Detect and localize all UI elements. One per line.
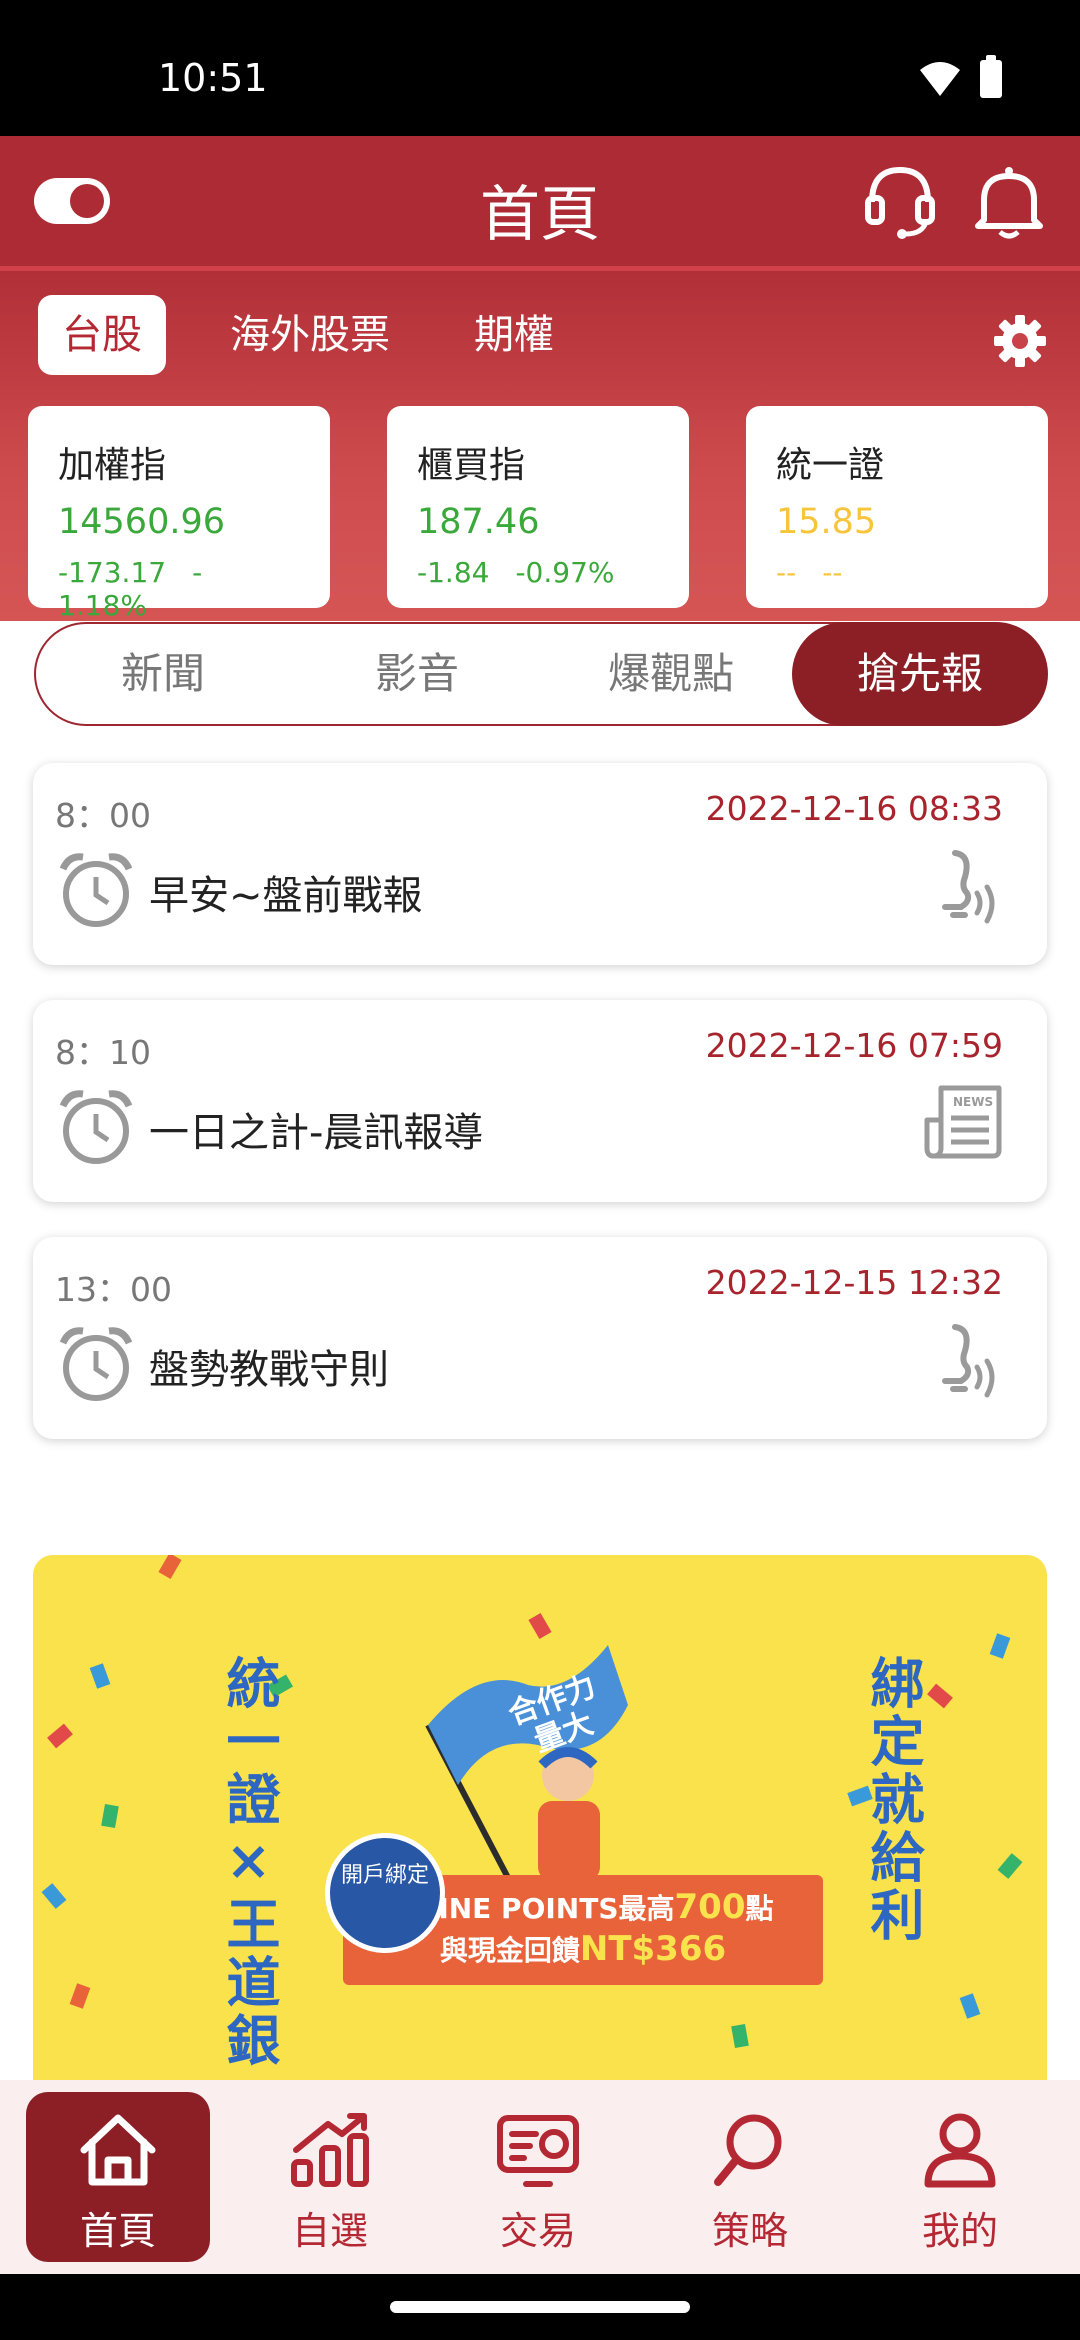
chart-icon xyxy=(291,2113,369,2187)
index-change: -173.17 xyxy=(58,556,167,589)
bottom-nav: 首頁 自選 交易 策略 我的 xyxy=(0,2080,1080,2274)
news-title: 一日之計-晨訊報導 xyxy=(149,1110,484,1156)
user-icon xyxy=(924,2113,996,2188)
alarm-clock-icon xyxy=(59,1327,133,1401)
audio-icon[interactable] xyxy=(933,1321,1003,1403)
headset-icon[interactable] xyxy=(862,162,938,242)
confetti xyxy=(89,1663,111,1689)
confetti xyxy=(47,1723,73,1749)
trade-icon xyxy=(497,2115,579,2187)
nav-watchlist[interactable]: 自選 xyxy=(238,2092,422,2262)
ribbon-highlight: 700 xyxy=(674,1887,746,1927)
confetti xyxy=(158,1555,182,1580)
tab-viewpoint[interactable]: 爆觀點 xyxy=(544,624,798,724)
nav-strategy[interactable]: 策略 xyxy=(658,2092,842,2262)
audio-icon[interactable] xyxy=(933,847,1003,929)
nav-label: 策略 xyxy=(711,2209,788,2253)
index-name: 統一證 xyxy=(776,445,885,486)
open-account-seal: 開戶綁定 xyxy=(325,1833,445,1953)
tab-overseas-stock[interactable]: 海外股票 xyxy=(206,295,414,375)
nav-label: 首頁 xyxy=(79,2209,156,2253)
nav-profile[interactable]: 我的 xyxy=(868,2092,1052,2262)
news-date: 2022-12-15 12:32 xyxy=(705,1263,1003,1302)
ribbon-highlight: NT$366 xyxy=(579,1929,727,1969)
news-card[interactable]: 8：10 2022-12-16 07:59 一日之計-晨訊報導 NEWS xyxy=(33,1000,1047,1202)
index-card-taiex[interactable]: 加權指 14560.96 -173.17 -1.18% xyxy=(28,406,330,622)
confetti xyxy=(69,1983,91,2009)
confetti xyxy=(997,1853,1023,1879)
tab-options[interactable]: 期權 xyxy=(450,295,578,375)
confetti xyxy=(989,1633,1011,1659)
confetti xyxy=(101,1803,119,1829)
tab-tw-stock[interactable]: 台股 xyxy=(38,295,166,375)
tab-early-report[interactable]: 搶先報 xyxy=(792,622,1048,726)
news-date: 2022-12-16 07:59 xyxy=(705,1026,1003,1065)
index-value: 187.46 xyxy=(417,502,540,542)
news-card[interactable]: 8：00 2022-12-16 08:33 早安~盤前戰報 xyxy=(33,763,1047,965)
index-pct: -0.97% xyxy=(515,556,615,589)
nav-label: 交易 xyxy=(499,2209,576,2253)
battery-icon xyxy=(980,55,1002,98)
index-value: 14560.96 xyxy=(58,502,226,542)
tab-news[interactable]: 新聞 xyxy=(36,624,290,724)
confetti xyxy=(731,2023,749,2049)
status-bar: 10:51 xyxy=(0,0,1080,136)
news-title: 盤勢教戰守則 xyxy=(149,1347,389,1393)
confetti xyxy=(959,1993,981,2019)
index-value: 15.85 xyxy=(776,502,877,542)
news-date: 2022-12-16 08:33 xyxy=(705,789,1003,828)
promo-banner[interactable]: 統一證×王道銀 綁定就給利 合作力量大 賺LINE POINTS最高700點 與… xyxy=(33,1555,1047,2115)
home-icon xyxy=(80,2114,156,2186)
banner-left-text: 統一證×王道銀 xyxy=(217,1655,280,2070)
news-time: 13：00 xyxy=(55,1270,172,1309)
tab-video[interactable]: 影音 xyxy=(290,624,544,724)
status-time: 10:51 xyxy=(158,56,268,100)
alarm-clock-icon xyxy=(59,853,133,927)
nav-label: 我的 xyxy=(921,2209,998,2253)
news-card[interactable]: 13：00 2022-12-15 12:32 盤勢教戰守則 xyxy=(33,1237,1047,1439)
market-summary: 台股 海外股票 期權 加權指 14560.96 -173.17 -1.18% 櫃買… xyxy=(0,271,1080,622)
top-app-bar: 首頁 xyxy=(0,136,1080,271)
nav-trade[interactable]: 交易 xyxy=(446,2092,630,2262)
index-card-pscnet[interactable]: 統一證 15.85 -- -- xyxy=(746,406,1048,608)
nav-label: 自選 xyxy=(291,2209,368,2253)
index-change: -1.84 xyxy=(417,556,490,589)
index-change: -- xyxy=(776,556,797,589)
gesture-bar xyxy=(0,2274,1080,2340)
home-indicator[interactable] xyxy=(390,2301,690,2313)
confetti xyxy=(41,1883,67,1909)
index-card-otc[interactable]: 櫃買指 187.46 -1.84 -0.97% xyxy=(387,406,689,608)
content-tabs: 新聞 影音 爆觀點 搶先報 xyxy=(34,622,1048,726)
banner-right-text: 綁定就給利 xyxy=(861,1655,924,1945)
search-icon xyxy=(714,2114,782,2186)
news-badge: NEWS xyxy=(953,1095,993,1109)
ribbon-text: 點 xyxy=(745,1892,774,1925)
bell-icon[interactable] xyxy=(972,162,1046,242)
index-name: 加權指 xyxy=(58,445,167,486)
newspaper-icon[interactable]: NEWS xyxy=(923,1084,1003,1160)
wifi-icon xyxy=(920,62,960,96)
news-time: 8：10 xyxy=(55,1033,151,1072)
index-pct: -- xyxy=(822,556,843,589)
nav-home[interactable]: 首頁 xyxy=(26,2092,210,2262)
alarm-clock-icon xyxy=(59,1090,133,1164)
news-time: 8：00 xyxy=(55,796,151,835)
news-title: 早安~盤前戰報 xyxy=(149,873,423,919)
gear-icon[interactable] xyxy=(992,313,1048,369)
ribbon-text: 與現金回饋 xyxy=(439,1934,580,1967)
index-name: 櫃買指 xyxy=(417,445,526,486)
